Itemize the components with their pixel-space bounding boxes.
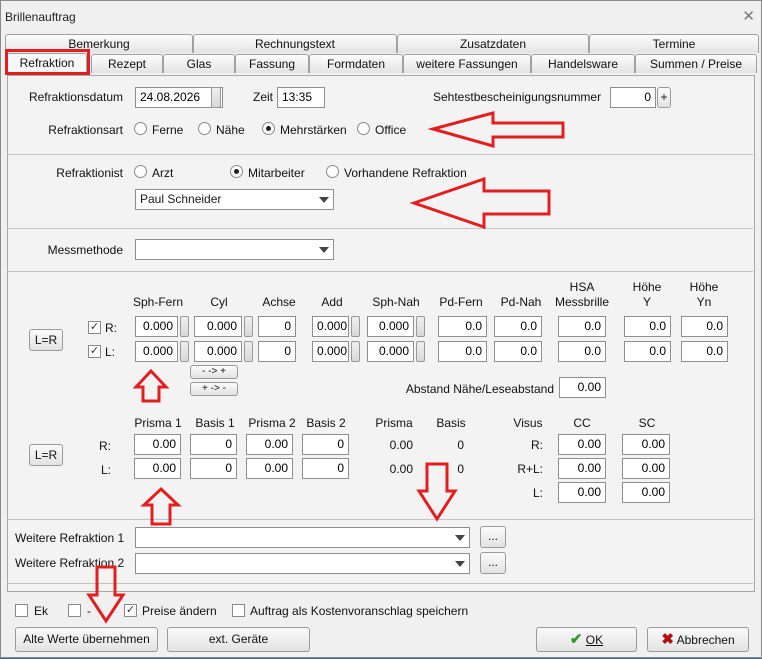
- arrow-left-2: [409, 176, 551, 230]
- arrow-left-1: [427, 111, 565, 148]
- dialog-window: Brillenauftrag ✕ Bemerkung Rechnungstext…: [0, 0, 762, 658]
- annotation-arrows: [86, 111, 565, 624]
- arrow-up-1: [132, 368, 170, 403]
- arrow-up-2: [140, 486, 182, 526]
- arrow-down-2: [86, 565, 126, 624]
- arrow-down-1: [416, 462, 458, 522]
